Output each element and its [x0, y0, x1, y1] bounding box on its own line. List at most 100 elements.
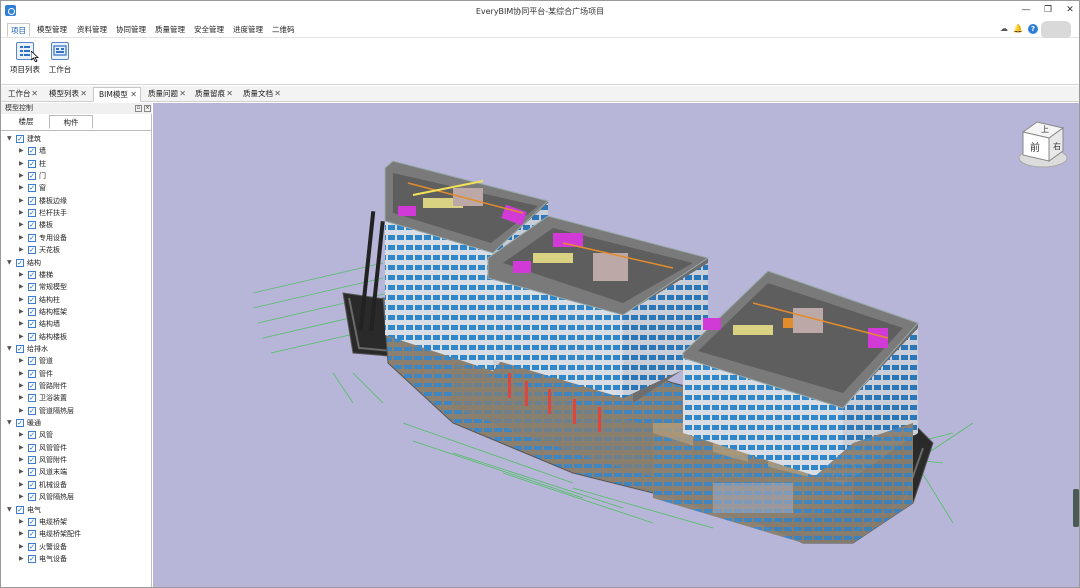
item-checkbox[interactable]: ✓	[28, 221, 36, 230]
expand-arrow-icon[interactable]: ▶	[19, 466, 27, 478]
menu-item-model-management[interactable]: 模型管理	[34, 23, 70, 37]
expand-arrow-icon[interactable]: ▶	[19, 281, 27, 293]
expand-arrow-icon[interactable]: ▶	[19, 368, 27, 380]
collapse-arrow-icon[interactable]: ▼	[7, 133, 15, 145]
menu-item-project[interactable]: 项目	[7, 23, 30, 37]
item-checkbox[interactable]: ✓	[28, 283, 36, 292]
tab-quality-issues[interactable]: 质量问题 ✕	[143, 87, 189, 102]
tab-components[interactable]: 构件	[49, 115, 93, 129]
maximize-button[interactable]: ❐	[1041, 4, 1055, 16]
category-checkbox[interactable]: ✓	[16, 419, 24, 428]
category-checkbox[interactable]: ✓	[16, 258, 24, 267]
tab-model-list[interactable]: 模型列表 ✕	[44, 87, 90, 102]
bell-icon[interactable]: 🔔	[1013, 24, 1023, 34]
tab-close-icon[interactable]: ✕	[130, 88, 137, 102]
view-cube[interactable]: 上 前 右	[1015, 116, 1071, 171]
expand-arrow-icon[interactable]: ▶	[19, 170, 27, 182]
user-avatar[interactable]	[1041, 21, 1071, 39]
expand-arrow-icon[interactable]: ▶	[19, 269, 27, 281]
expand-arrow-icon[interactable]: ▶	[19, 244, 27, 256]
category-checkbox[interactable]: ✓	[16, 344, 24, 353]
item-checkbox[interactable]: ✓	[28, 320, 36, 329]
expand-arrow-icon[interactable]: ▶	[19, 145, 27, 157]
expand-arrow-icon[interactable]: ▶	[19, 318, 27, 330]
item-checkbox[interactable]: ✓	[28, 307, 36, 316]
collapse-arrow-icon[interactable]: ▼	[7, 417, 15, 429]
workbench-button[interactable]: 工作台	[47, 42, 73, 80]
expand-arrow-icon[interactable]: ▶	[19, 380, 27, 392]
expand-arrow-icon[interactable]: ▶	[19, 442, 27, 454]
menu-item-schedule[interactable]: 进度管理	[230, 23, 266, 37]
item-checkbox[interactable]: ✓	[28, 493, 36, 502]
tab-close-icon[interactable]: ✕	[179, 87, 186, 101]
panel-float-button[interactable]: ▫	[135, 105, 142, 112]
expand-arrow-icon[interactable]: ▶	[19, 232, 27, 244]
item-checkbox[interactable]: ✓	[28, 357, 36, 366]
item-checkbox[interactable]: ✓	[28, 431, 36, 440]
expand-arrow-icon[interactable]: ▶	[19, 294, 27, 306]
panel-close-button[interactable]: ×	[144, 105, 151, 112]
expand-arrow-icon[interactable]: ▶	[19, 553, 27, 565]
collapse-arrow-icon[interactable]: ▼	[7, 504, 15, 516]
item-checkbox[interactable]: ✓	[28, 172, 36, 181]
expand-arrow-icon[interactable]: ▶	[19, 541, 27, 553]
cloud-icon[interactable]: ☁	[999, 24, 1009, 34]
item-checkbox[interactable]: ✓	[28, 233, 36, 242]
item-checkbox[interactable]: ✓	[28, 456, 36, 465]
tab-quality-docs[interactable]: 质量文档 ✕	[238, 87, 284, 102]
expand-arrow-icon[interactable]: ▶	[19, 491, 27, 503]
expand-arrow-icon[interactable]: ▶	[19, 331, 27, 343]
category-checkbox[interactable]: ✓	[16, 135, 24, 143]
item-checkbox[interactable]: ✓	[28, 209, 36, 218]
collapse-arrow-icon[interactable]: ▼	[7, 257, 15, 269]
expand-arrow-icon[interactable]: ▶	[19, 207, 27, 219]
item-checkbox[interactable]: ✓	[28, 332, 36, 341]
side-drag-handle[interactable]	[1073, 489, 1079, 527]
tab-close-icon[interactable]: ✕	[274, 87, 281, 101]
item-checkbox[interactable]: ✓	[28, 270, 36, 279]
expand-arrow-icon[interactable]: ▶	[19, 158, 27, 170]
expand-arrow-icon[interactable]: ▶	[19, 355, 27, 367]
minimize-button[interactable]: —	[1019, 4, 1033, 16]
tab-close-icon[interactable]: ✕	[31, 87, 38, 101]
expand-arrow-icon[interactable]: ▶	[19, 405, 27, 417]
item-checkbox[interactable]: ✓	[28, 369, 36, 378]
expand-arrow-icon[interactable]: ▶	[19, 392, 27, 404]
item-checkbox[interactable]: ✓	[28, 184, 36, 193]
tab-quality-trace[interactable]: 质量留痕 ✕	[190, 87, 236, 102]
tab-workbench[interactable]: 工作台 ✕	[3, 87, 41, 102]
tab-floors[interactable]: 楼层	[11, 115, 41, 129]
item-checkbox[interactable]: ✓	[28, 295, 36, 304]
item-checkbox[interactable]: ✓	[28, 147, 36, 156]
expand-arrow-icon[interactable]: ▶	[19, 429, 27, 441]
item-checkbox[interactable]: ✓	[28, 542, 36, 551]
item-checkbox[interactable]: ✓	[28, 468, 36, 477]
expand-arrow-icon[interactable]: ▶	[19, 219, 27, 231]
expand-arrow-icon[interactable]: ▶	[19, 528, 27, 540]
item-checkbox[interactable]: ✓	[28, 196, 36, 205]
expand-arrow-icon[interactable]: ▶	[19, 306, 27, 318]
item-checkbox[interactable]: ✓	[28, 480, 36, 489]
menu-item-safety[interactable]: 安全管理	[191, 23, 227, 37]
item-checkbox[interactable]: ✓	[28, 246, 36, 255]
tab-close-icon[interactable]: ✕	[226, 87, 233, 101]
menu-item-quality[interactable]: 质量管理	[152, 23, 188, 37]
expand-arrow-icon[interactable]: ▶	[19, 479, 27, 491]
tab-bim-model[interactable]: BIM模型 ✕	[93, 87, 141, 102]
expand-arrow-icon[interactable]: ▶	[19, 454, 27, 466]
menu-item-collaboration[interactable]: 协同管理	[113, 23, 149, 37]
bim-3d-viewport[interactable]	[153, 103, 1079, 587]
collapse-arrow-icon[interactable]: ▼	[7, 343, 15, 355]
item-checkbox[interactable]: ✓	[28, 382, 36, 390]
item-checkbox[interactable]: ✓	[28, 530, 36, 539]
menu-item-qrcode[interactable]: 二维码	[269, 23, 298, 37]
tab-close-icon[interactable]: ✕	[80, 87, 87, 101]
item-checkbox[interactable]: ✓	[28, 443, 36, 452]
category-checkbox[interactable]: ✓	[16, 505, 24, 514]
item-checkbox[interactable]: ✓	[28, 394, 36, 403]
item-checkbox[interactable]: ✓	[28, 406, 36, 415]
item-checkbox[interactable]: ✓	[28, 159, 36, 168]
item-checkbox[interactable]: ✓	[28, 517, 36, 526]
expand-arrow-icon[interactable]: ▶	[19, 516, 27, 528]
expand-arrow-icon[interactable]: ▶	[19, 195, 27, 207]
